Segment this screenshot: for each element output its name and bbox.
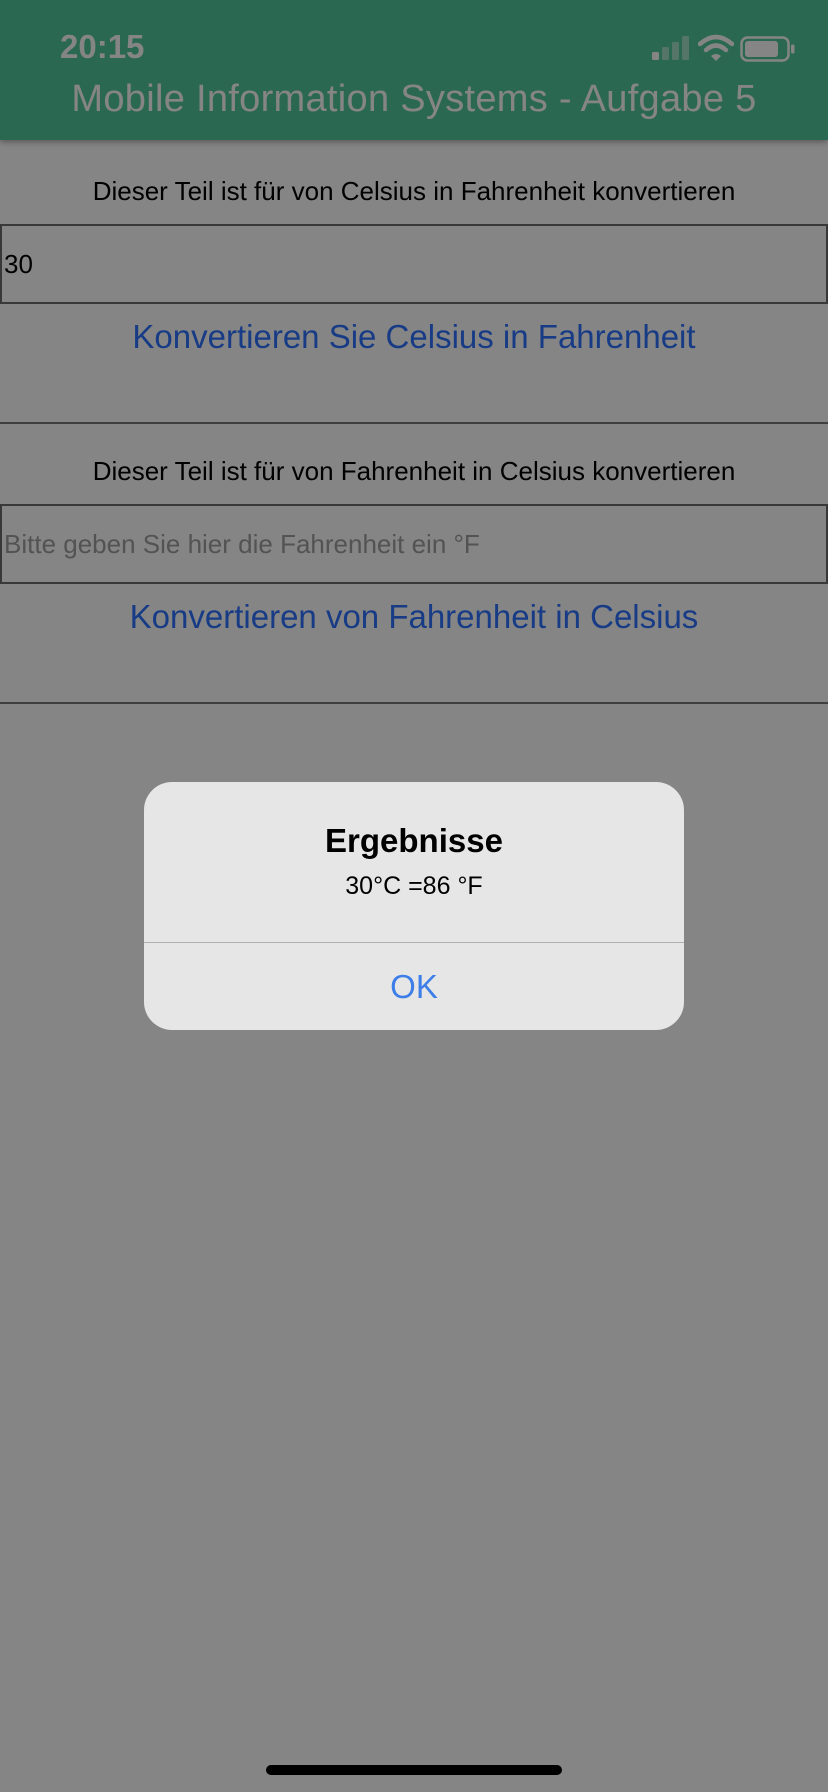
- home-indicator[interactable]: [266, 1765, 562, 1775]
- app-screen: 20:15 Mobile Information Systems - Aufga…: [0, 0, 828, 1792]
- alert-ok-button[interactable]: OK: [144, 943, 684, 1030]
- alert-title: Ergebnisse: [325, 822, 503, 859]
- alert-message: 30°C =86 °F: [345, 872, 483, 900]
- results-alert-dialog: Ergebnisse 30°C =86 °F OK: [144, 782, 684, 1030]
